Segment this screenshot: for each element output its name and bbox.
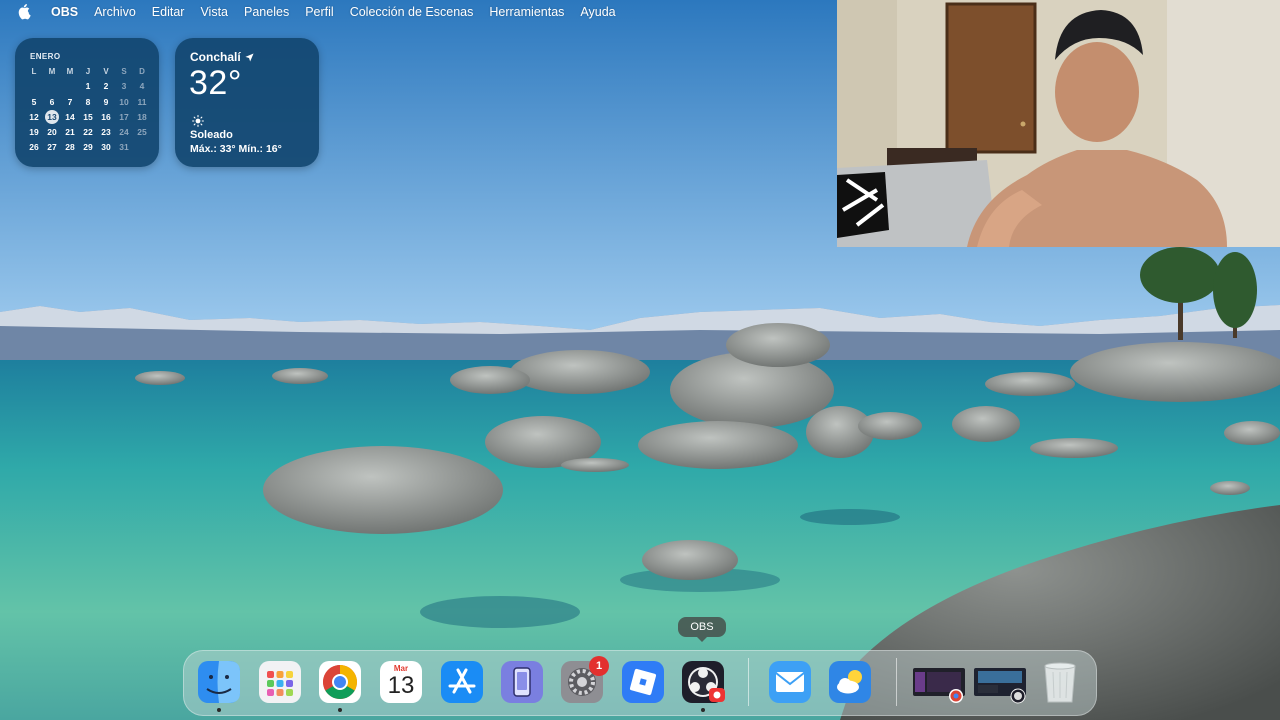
calendar-day: 25 <box>137 127 147 138</box>
calendar-day: 15 <box>83 111 93 122</box>
menu-perfil[interactable]: Perfil <box>297 0 341 24</box>
calendar-day: 28 <box>65 142 75 153</box>
menu-editar[interactable]: Editar <box>144 0 193 24</box>
dock-trash[interactable] <box>1038 660 1082 704</box>
calendar-day: 16 <box>101 111 111 122</box>
apple-menu-icon[interactable] <box>18 4 32 20</box>
dock-app-store[interactable] <box>440 660 484 704</box>
weather-widget[interactable]: Conchalí 32° Soleado Máx.: 33° Mín.: 16° <box>175 38 319 167</box>
calendar-widget[interactable]: ENERO L M M J V S D 1 2 3 4 5 6 7 8 9 10 11 12 13 14 15 16 17 18… <box>15 38 159 167</box>
dock-chrome-running <box>338 708 342 712</box>
system-settings-badge: 1 <box>589 656 609 676</box>
dock-minimized-obs-window[interactable] <box>974 660 1026 704</box>
iphone-mirroring-icon <box>501 661 543 703</box>
dock-separator-2 <box>896 658 897 706</box>
weather-condition: Soleado <box>190 129 233 141</box>
calendar-day <box>25 79 43 94</box>
launchpad-icon <box>259 661 301 703</box>
app-store-icon <box>441 661 483 703</box>
calendar-weekday-header: V <box>103 67 109 76</box>
dock-separator <box>748 658 749 706</box>
calendar-day: 9 <box>103 96 109 107</box>
calendar-day <box>43 79 61 94</box>
weather-icon <box>829 661 871 703</box>
dock-tooltip: OBS <box>678 617 726 642</box>
calendar-day: 5 <box>31 96 37 107</box>
menu-app-name[interactable]: OBS <box>43 0 86 24</box>
dock-iphone-mirroring[interactable] <box>500 660 544 704</box>
finder-icon <box>198 661 240 703</box>
calendar-day: 1 <box>85 81 91 92</box>
dock-weather[interactable] <box>828 660 872 704</box>
calendar-day: 11 <box>137 96 147 107</box>
menu-coleccion-escenas[interactable]: Colección de Escenas <box>342 0 482 24</box>
calendar-day: 14 <box>65 111 75 122</box>
calendar-day: 2 <box>103 81 109 92</box>
mail-icon <box>769 661 811 703</box>
menu-ayuda[interactable]: Ayuda <box>572 0 623 24</box>
obs-icon <box>682 661 725 703</box>
dock-obs-running <box>701 708 705 712</box>
window-thumbnail-icon <box>974 668 1026 704</box>
calendar-weekday-header: L <box>31 67 37 76</box>
calendar-day: 23 <box>101 127 111 138</box>
calendar-day: 10 <box>119 96 129 107</box>
calendar-weekday-header: D <box>139 67 145 76</box>
menu-herramientas[interactable]: Herramientas <box>481 0 572 24</box>
calendar-day: 22 <box>83 127 93 138</box>
calendar-day: 12 <box>29 111 39 122</box>
calendar-day <box>61 79 79 94</box>
dock-mail[interactable] <box>768 660 812 704</box>
calendar-weekday-header: M <box>48 67 56 76</box>
weather-high-low: Máx.: 33° Mín.: 16° <box>190 143 282 155</box>
menu-paneles[interactable]: Paneles <box>236 0 297 24</box>
dock-chrome[interactable] <box>318 660 362 704</box>
dock-finder[interactable] <box>197 660 241 704</box>
dock-obs[interactable] <box>681 660 725 704</box>
weather-temperature: 32° <box>189 64 242 102</box>
trash-icon <box>1044 662 1076 703</box>
calendar-day: 27 <box>47 142 57 153</box>
calendar-day: 7 <box>67 96 73 107</box>
calendar-day <box>133 140 151 155</box>
calendar-day: 24 <box>119 127 129 138</box>
dock-finder-running <box>217 708 221 712</box>
calendar-grid: L M M J V S D 1 2 3 4 5 6 7 8 9 10 11 12 13 14 15 16 17 18 19 20 21… <box>25 64 153 156</box>
calendar-day: 21 <box>65 127 75 138</box>
window-thumbnail-icon <box>913 668 965 703</box>
calendar-icon-day: 13 <box>387 672 415 699</box>
calendar-day: 31 <box>119 142 129 153</box>
menu-vista[interactable]: Vista <box>192 0 236 24</box>
calendar-day: 19 <box>29 127 39 138</box>
location-arrow-icon <box>245 52 254 62</box>
calendar-day: 26 <box>29 142 39 153</box>
calendar-day: 6 <box>49 96 55 107</box>
dock-minimized-chrome-window[interactable] <box>913 660 965 704</box>
calendar-day-today: 13 <box>43 109 61 125</box>
chrome-icon <box>319 661 361 703</box>
calendar-day: 3 <box>121 81 127 92</box>
calendar-weekday-header: S <box>121 67 127 76</box>
roblox-icon <box>622 661 664 703</box>
calendar-weekday-header: M <box>66 67 74 76</box>
calendar-day: 17 <box>119 111 129 122</box>
calendar-day: 30 <box>101 142 111 153</box>
webcam-overlay <box>837 0 1280 247</box>
dock-roblox[interactable] <box>621 660 665 704</box>
weather-location-row: Conchalí <box>190 50 254 64</box>
calendar-day: 29 <box>83 142 93 153</box>
calendar-day: 18 <box>137 111 147 122</box>
calendar-day: 8 <box>85 96 91 107</box>
dock-launchpad[interactable] <box>258 660 302 704</box>
weather-location: Conchalí <box>190 50 241 64</box>
calendar-month: ENERO <box>30 52 61 61</box>
calendar-day: 4 <box>139 81 145 92</box>
calendar-weekday-header: J <box>85 67 91 76</box>
dock-calendar[interactable]: Mar 13 <box>379 660 423 704</box>
sun-icon <box>192 115 204 127</box>
calendar-day: 20 <box>47 127 57 138</box>
menu-archivo[interactable]: Archivo <box>86 0 144 24</box>
